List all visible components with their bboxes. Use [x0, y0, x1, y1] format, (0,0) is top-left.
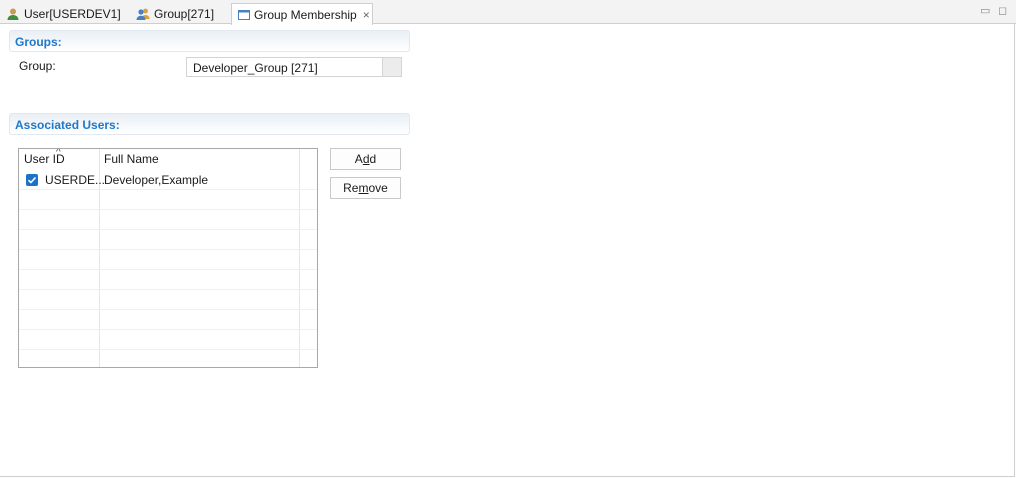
remove-button[interactable]: Re m ove: [330, 177, 401, 199]
associated-users-table[interactable]: User ID ^ Full Name USERDE... Developer,…: [18, 148, 318, 368]
close-icon[interactable]: ×: [363, 8, 370, 22]
table-row-empty: [19, 290, 317, 310]
table-row-empty: [19, 210, 317, 230]
group-field[interactable]: Developer_Group [271]: [186, 57, 402, 77]
minimize-icon[interactable]: ▭: [980, 4, 990, 17]
table-row-empty: [19, 270, 317, 290]
checkmark-icon: [27, 176, 37, 184]
tab-group-label: Group[271]: [154, 6, 215, 21]
cell-user-id: USERDE...: [45, 173, 106, 187]
table-row-empty: [19, 310, 317, 330]
tab-user-label: User[USERDEV1]: [24, 6, 121, 21]
tab-group-membership-label: Group Membership: [254, 7, 357, 22]
sort-ascending-icon: ^: [56, 148, 61, 158]
table-row-empty: [19, 330, 317, 350]
group-icon: [136, 7, 150, 21]
tab-group[interactable]: Group[271]: [130, 3, 230, 24]
groups-section-title: Groups:: [15, 35, 62, 49]
associated-users-section-title: Associated Users:: [15, 118, 120, 132]
row-checkbox[interactable]: [26, 174, 38, 186]
table-row-empty: [19, 250, 317, 270]
form-icon: [238, 8, 250, 22]
groups-section-header: Groups:: [9, 30, 410, 52]
column-header-full-name[interactable]: Full Name: [104, 152, 159, 166]
group-label: Group:: [19, 59, 56, 73]
tab-user[interactable]: User[USERDEV1]: [0, 3, 128, 24]
cell-full-name: Developer,Example: [104, 173, 209, 187]
add-button[interactable]: Add: [330, 148, 401, 170]
table-row[interactable]: USERDE... Developer,Example: [19, 170, 317, 190]
group-field-value: Developer_Group [271]: [193, 61, 318, 75]
editor-tab-bar: User[USERDEV1] Group[271] Group Membersh…: [0, 0, 1016, 25]
tab-group-membership[interactable]: Group Membership ×: [231, 3, 373, 25]
maximize-icon[interactable]: ◻: [998, 4, 1007, 17]
group-field-button[interactable]: [382, 58, 401, 76]
table-row-empty: [19, 230, 317, 250]
user-icon: [6, 7, 20, 21]
associated-users-section-header: Associated Users:: [9, 113, 410, 135]
table-row-empty: [19, 190, 317, 210]
